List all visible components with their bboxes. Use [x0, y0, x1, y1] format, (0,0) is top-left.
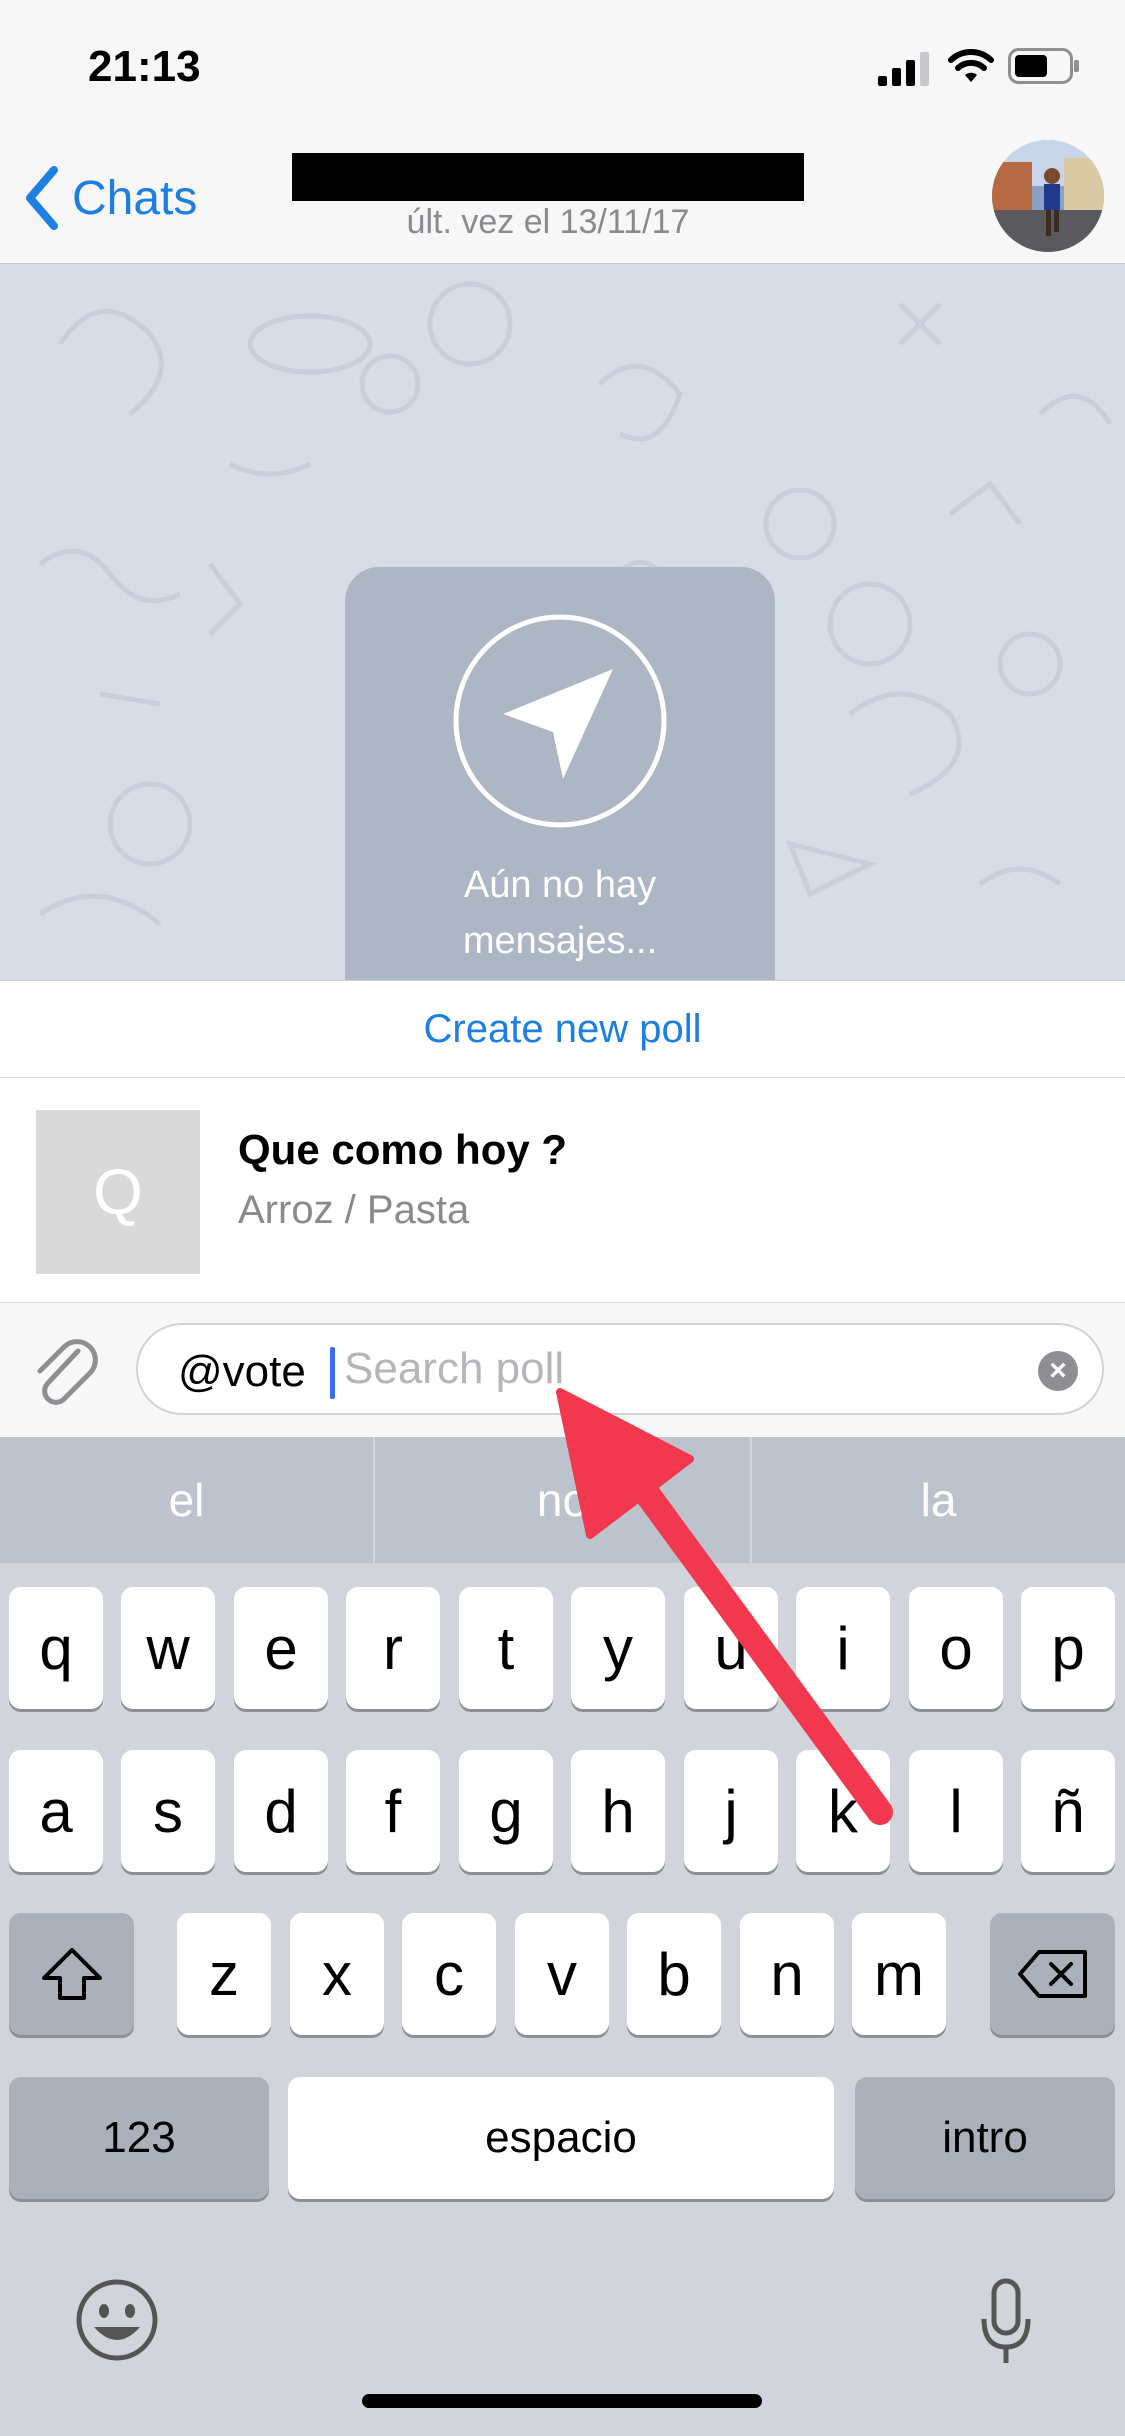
- key-y[interactable]: y: [571, 1587, 665, 1709]
- return-key[interactable]: intro: [855, 2077, 1115, 2199]
- avatar[interactable]: [992, 140, 1104, 252]
- key-s[interactable]: s: [121, 1750, 215, 1872]
- battery-icon: [1008, 48, 1079, 84]
- avatar-photo: [992, 140, 1104, 252]
- cellular-signal-icon: [878, 52, 929, 86]
- key-w[interactable]: w: [121, 1587, 215, 1709]
- suggestion-1[interactable]: el: [0, 1437, 373, 1563]
- create-poll-button[interactable]: Create new poll: [0, 981, 1125, 1078]
- send-plane-icon: [453, 614, 667, 828]
- key-t[interactable]: t: [459, 1587, 553, 1709]
- chevron-left-icon: [26, 166, 58, 230]
- key-b[interactable]: b: [627, 1913, 721, 2035]
- key-c[interactable]: c: [402, 1913, 496, 2035]
- status-time: 21:13: [88, 42, 201, 91]
- key-f[interactable]: f: [346, 1750, 440, 1872]
- search-field[interactable]: @vote ×: [136, 1323, 1104, 1415]
- key-n[interactable]: n: [740, 1913, 834, 2035]
- chat-background: Aún no hay mensajes...: [0, 264, 1125, 980]
- key-u[interactable]: u: [684, 1587, 778, 1709]
- key-g[interactable]: g: [459, 1750, 553, 1872]
- delete-key[interactable]: [990, 1913, 1115, 2035]
- wifi-icon: [948, 49, 994, 82]
- space-key[interactable]: espacio: [288, 2077, 834, 2199]
- poll-options: Arroz / Pasta: [238, 1188, 470, 1232]
- key-o[interactable]: o: [909, 1587, 1003, 1709]
- key-a[interactable]: a: [9, 1750, 103, 1872]
- key-p[interactable]: p: [1021, 1587, 1115, 1709]
- keyboard: el no la q w e r t y u i o p a s d f g h…: [0, 1437, 1125, 2436]
- back-label: Chats: [72, 171, 198, 225]
- key-x[interactable]: x: [290, 1913, 384, 2035]
- key-enye[interactable]: ñ: [1021, 1750, 1115, 1872]
- suggestion-2[interactable]: no: [375, 1437, 750, 1563]
- poll-thumbnail: Q: [36, 1110, 200, 1274]
- key-v[interactable]: v: [515, 1913, 609, 2035]
- paperclip-icon[interactable]: [28, 1333, 102, 1407]
- navigation-bar: Chats últ. vez el 13/11/17: [0, 135, 1125, 264]
- text-caret: [330, 1347, 335, 1399]
- empty-chat-message: Aún no hay mensajes...: [345, 857, 775, 969]
- key-j[interactable]: j: [684, 1750, 778, 1872]
- clear-icon[interactable]: ×: [1038, 1351, 1078, 1391]
- shift-key[interactable]: [9, 1913, 134, 2035]
- empty-chat-card: Aún no hay mensajes...: [345, 567, 775, 980]
- key-i[interactable]: i: [796, 1587, 890, 1709]
- suggestion-bar: el no la: [0, 1437, 1125, 1563]
- key-z[interactable]: z: [177, 1913, 271, 2035]
- search-input[interactable]: [338, 1339, 964, 1399]
- key-r[interactable]: r: [346, 1587, 440, 1709]
- emoji-icon[interactable]: [74, 2277, 160, 2363]
- empty-line-2: mensajes...: [462, 920, 658, 962]
- home-indicator: [362, 2394, 762, 2408]
- key-e[interactable]: e: [234, 1587, 328, 1709]
- key-l[interactable]: l: [909, 1750, 1003, 1872]
- microphone-icon[interactable]: [978, 2277, 1034, 2367]
- bot-username: @vote: [178, 1347, 306, 1396]
- shift-icon: [41, 1948, 102, 2000]
- poll-result-item[interactable]: Q Que como hoy ? Arroz / Pasta: [0, 1078, 1125, 1303]
- key-q[interactable]: q: [9, 1587, 103, 1709]
- last-seen-label: últ. vez el 13/11/17: [406, 203, 690, 241]
- inline-results-panel: Create new poll Q Que como hoy ? Arroz /…: [0, 980, 1125, 1303]
- numbers-key[interactable]: 123: [9, 2077, 269, 2199]
- key-h[interactable]: h: [571, 1750, 665, 1872]
- key-d[interactable]: d: [234, 1750, 328, 1872]
- key-k[interactable]: k: [796, 1750, 890, 1872]
- key-m[interactable]: m: [852, 1913, 946, 2035]
- suggestion-3[interactable]: la: [752, 1437, 1125, 1563]
- back-button[interactable]: Chats: [22, 163, 197, 233]
- poll-title: Que como hoy ?: [238, 1126, 568, 1173]
- status-bar: 21:13: [0, 0, 1125, 135]
- message-input-bar: @vote ×: [0, 1303, 1125, 1437]
- backspace-icon: [1017, 1950, 1087, 1998]
- empty-line-1: Aún no hay: [463, 864, 657, 906]
- chat-title-redacted: [292, 153, 804, 201]
